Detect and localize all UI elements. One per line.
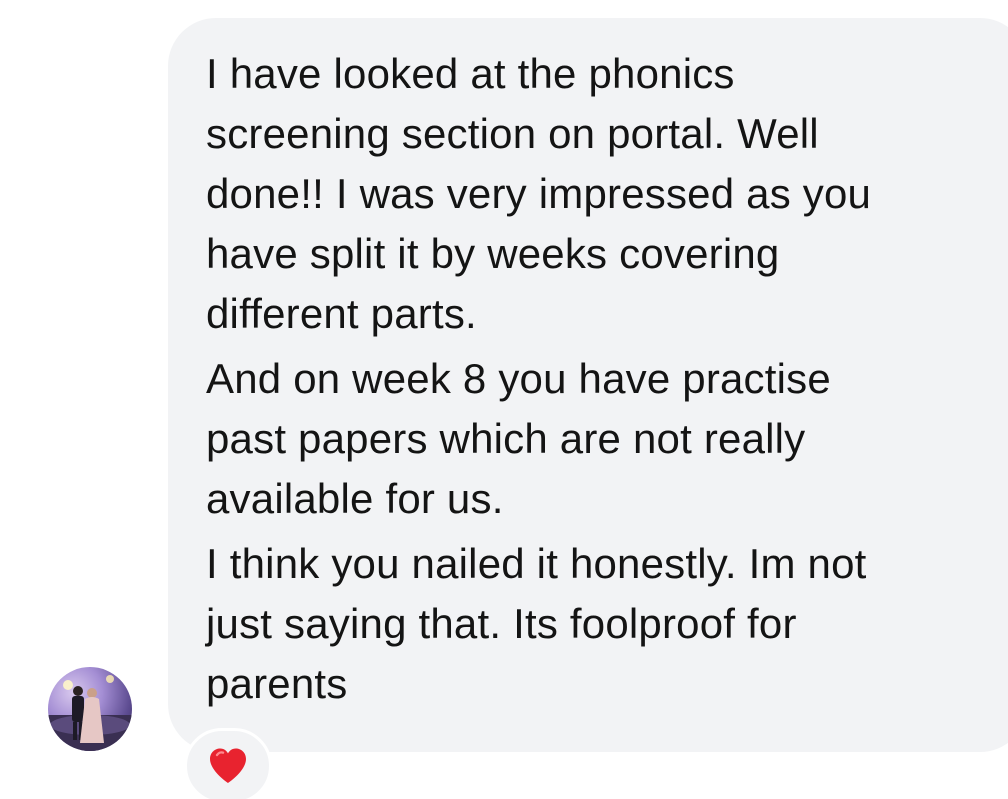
chat-thread: I have looked at the phonics screening s… (0, 0, 1008, 799)
red-heart-icon (210, 748, 246, 783)
message-paragraph: I think you nailed it honestly. Im not j… (206, 540, 867, 707)
sender-avatar[interactable] (48, 667, 132, 751)
message-paragraph: And on week 8 you have practise past pap… (206, 355, 831, 522)
profile-photo-icon (48, 675, 132, 751)
message-paragraph: I have looked at the phonics screening s… (206, 50, 872, 337)
message-bubble[interactable]: I have looked at the phonics screening s… (168, 18, 1008, 752)
heart-reaction[interactable] (184, 728, 272, 799)
